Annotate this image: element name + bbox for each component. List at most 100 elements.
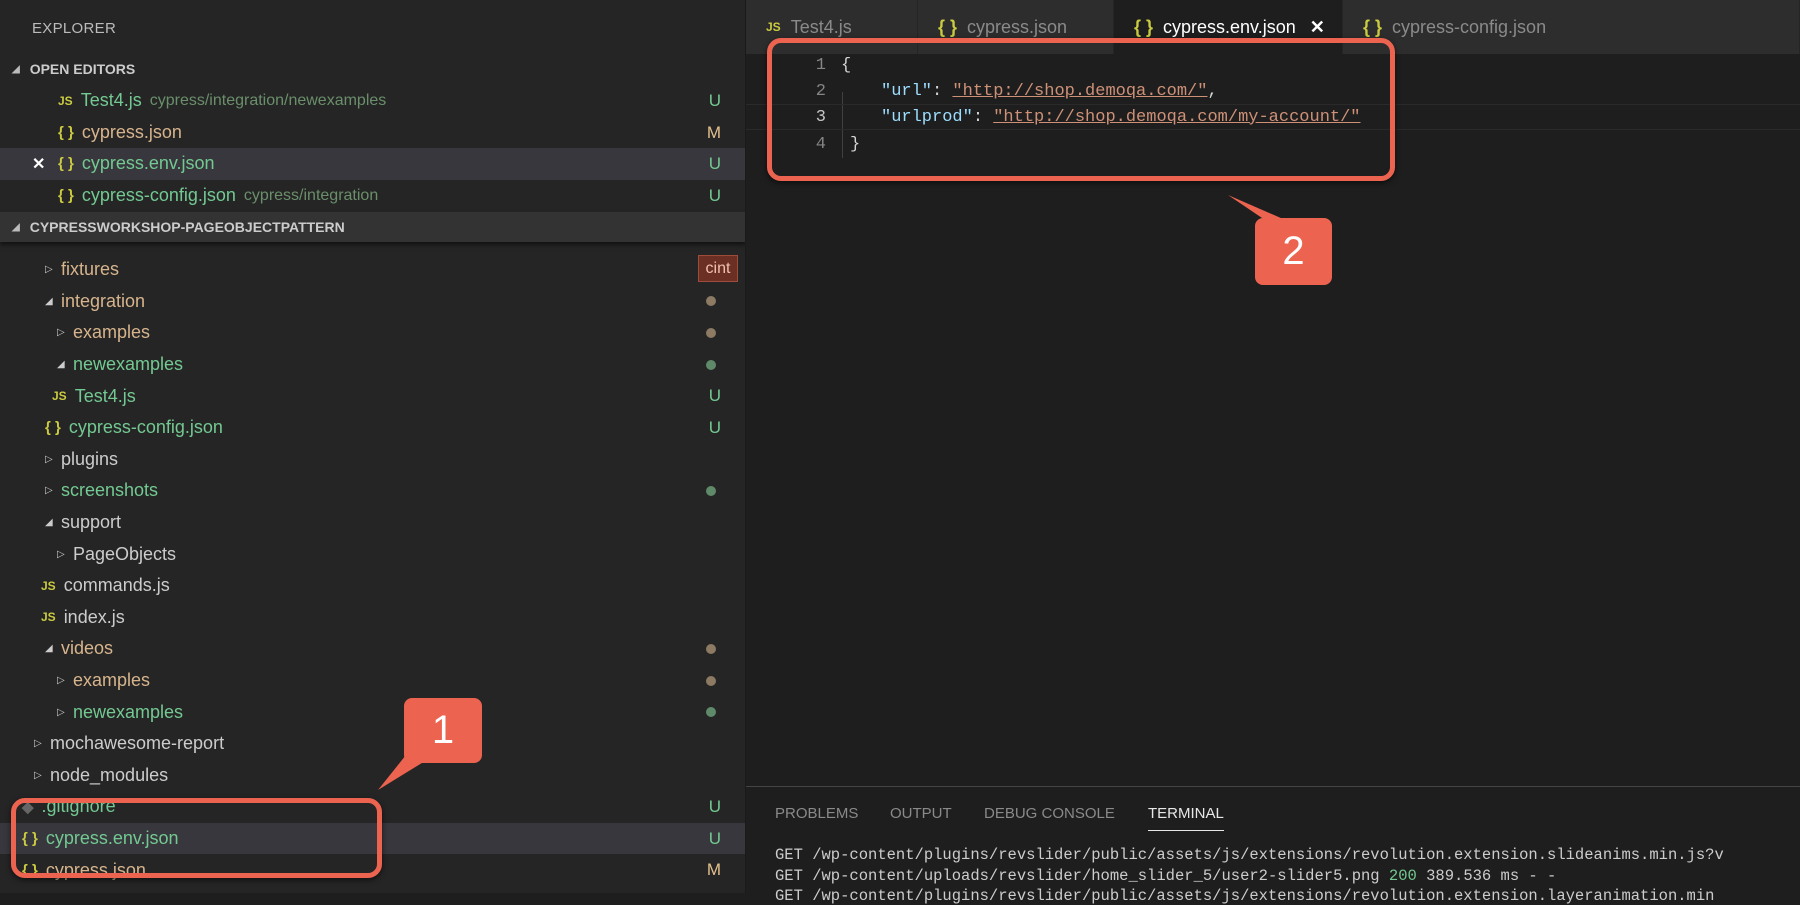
expanded-chevron-icon[interactable]: ◢ [45, 517, 61, 528]
tab-label: cypress.json [967, 16, 1068, 37]
collapse-icon: ◢ [12, 63, 20, 75]
tree-item-label: fixtures [61, 259, 120, 280]
tree-file[interactable]: JS Test4.js U [0, 380, 745, 412]
close-icon[interactable]: ✕ [1310, 17, 1325, 38]
terminal-line: GET /wp-content/uploads/revslider/home_s… [775, 867, 1556, 885]
project-header[interactable]: ◢ CYPRESSWORKSHOP-PAGEOBJECTPATTERN [0, 212, 745, 242]
tree-item-label: PageObjects [73, 543, 177, 564]
open-editor-test4[interactable]: JS Test4.js cypress/integration/newexample… [0, 85, 745, 117]
modified-dot-icon [706, 675, 716, 686]
tree-folder[interactable]: ▷ PageObjects [0, 538, 745, 570]
open-editor-cypress-env-json[interactable]: ✕ { } cypress.env.json U [0, 148, 745, 180]
tree-folder[interactable]: ▷ mochawesome-report [0, 728, 745, 760]
json-file-icon: { } [58, 155, 74, 173]
js-file-icon: JS [766, 20, 781, 34]
tab-label: cypress-config.json [1392, 16, 1547, 37]
log-text: GET /wp-content/uploads/revslider/home_s… [775, 867, 1389, 885]
tab-debug-console[interactable]: DEBUG CONSOLE [984, 805, 1115, 822]
tree-item-label: mochawesome-report [50, 733, 225, 754]
tree-folder[interactable]: ▷ fixtures [0, 254, 745, 286]
tree-folder[interactable]: ▷ node_modules [0, 760, 745, 792]
git-status: U [708, 386, 721, 406]
tree-file[interactable]: JS index.js [0, 602, 745, 634]
collapsed-chevron-icon[interactable]: ▷ [34, 770, 50, 781]
section-label: OPEN EDITORS [29, 61, 136, 77]
collapsed-chevron-icon[interactable]: ▷ [45, 264, 61, 275]
file-name: Test4.js [80, 90, 142, 111]
expanded-chevron-icon[interactable]: ◢ [57, 359, 73, 370]
collapsed-chevron-icon[interactable]: ▷ [45, 485, 61, 496]
git-status: M [706, 860, 721, 880]
json-file-icon: { } [58, 187, 74, 205]
tree-item-label: node_modules [50, 764, 169, 785]
tree-item-label: newexamples [73, 701, 184, 722]
json-file-icon: { } [938, 16, 958, 37]
tree-folder[interactable]: ◢ support [0, 507, 745, 539]
json-file-icon: { } [1134, 16, 1154, 37]
tree-folder[interactable]: ▷ newexamples [0, 696, 745, 728]
file-name: cypress.json [81, 122, 182, 143]
file-name: cypress-config.json [81, 185, 236, 206]
tree-item-label: support [61, 512, 122, 533]
log-text: 389.536 ms - - [1416, 867, 1557, 885]
git-status: U [708, 153, 721, 173]
collapsed-chevron-icon[interactable]: ▷ [57, 675, 73, 686]
tree-folder[interactable]: ◢ videos [0, 633, 745, 665]
annotation-box-2 [767, 38, 1395, 181]
tab-cypress-config-json[interactable]: { } cypress-config.json [1343, 0, 1800, 54]
modified-dot-icon [706, 359, 716, 370]
tree-item-label: examples [73, 670, 151, 691]
expanded-chevron-icon[interactable]: ◢ [45, 643, 61, 654]
bottom-panel: PROBLEMS OUTPUT DEBUG CONSOLE TERMINAL G… [746, 786, 1800, 905]
js-file-icon: JS [41, 610, 56, 625]
tree-file[interactable]: JS commands.js [0, 570, 745, 602]
explorer-title: EXPLORER [32, 20, 117, 37]
callout-pointer-1 [378, 750, 430, 790]
git-status: U [708, 90, 721, 110]
open-editor-cypress-config[interactable]: { } cypress-config.json cypress/integratio… [0, 180, 745, 212]
tab-output[interactable]: OUTPUT [890, 805, 952, 822]
tree-folder[interactable]: ▷ plugins [0, 444, 745, 476]
tree-file[interactable]: { } cypress-config.json U [0, 412, 745, 444]
modified-dot-icon [706, 327, 716, 338]
file-name: cypress.env.json [81, 153, 215, 174]
json-file-icon: { } [1363, 16, 1383, 37]
section-label: CYPRESSWORKSHOP-PAGEOBJECTPATTERN [29, 219, 345, 235]
collapsed-chevron-icon[interactable]: ▷ [45, 454, 61, 465]
collapsed-chevron-icon[interactable]: ▷ [57, 549, 73, 560]
open-editors-header[interactable]: ◢ OPEN EDITORS [0, 54, 745, 84]
close-icon[interactable]: ✕ [32, 154, 45, 174]
tree-folder[interactable]: ▷ examples [0, 317, 745, 349]
git-status: U [708, 796, 721, 816]
open-editor-cypress-json[interactable]: { } cypress.json M [0, 117, 745, 149]
collapsed-chevron-icon[interactable]: ▷ [57, 327, 73, 338]
callout-1: 1 [404, 698, 482, 763]
json-file-icon: { } [45, 419, 61, 437]
tree-item-label: commands.js [63, 575, 170, 596]
status-code: 200 [1388, 867, 1417, 885]
modified-dot-icon [706, 707, 716, 718]
tree-folder[interactable]: ◢ integration [0, 286, 745, 318]
git-status: U [708, 185, 721, 205]
tree-folder[interactable]: ▷ examples [0, 665, 745, 697]
annotation-box-1 [11, 798, 382, 878]
expanded-chevron-icon[interactable]: ◢ [45, 296, 61, 307]
cint-badge: cint [698, 255, 738, 282]
tab-terminal[interactable]: TERMINAL [1148, 805, 1224, 831]
tree-item-label: integration [61, 290, 146, 311]
js-file-icon: JS [41, 578, 56, 593]
collapsed-chevron-icon[interactable]: ▷ [57, 707, 73, 718]
tree-folder[interactable]: ▷ screenshots [0, 475, 745, 507]
js-file-icon: JS [58, 93, 73, 108]
tree-folder[interactable]: ◢ newexamples [0, 349, 745, 381]
json-file-icon: { } [58, 124, 74, 142]
tree-item-label: index.js [63, 606, 125, 627]
terminal-line: GET /wp-content/plugins/revslider/public… [775, 846, 1724, 864]
tree-item-label: newexamples [73, 354, 184, 375]
file-path: cypress/integration/newexamples [149, 91, 387, 109]
tree-item-label: cypress-config.json [68, 417, 223, 438]
collapsed-chevron-icon[interactable]: ▷ [34, 738, 50, 749]
tab-problems[interactable]: PROBLEMS [775, 805, 858, 822]
tree-item-label: screenshots [61, 480, 159, 501]
modified-dot-icon [706, 643, 716, 654]
